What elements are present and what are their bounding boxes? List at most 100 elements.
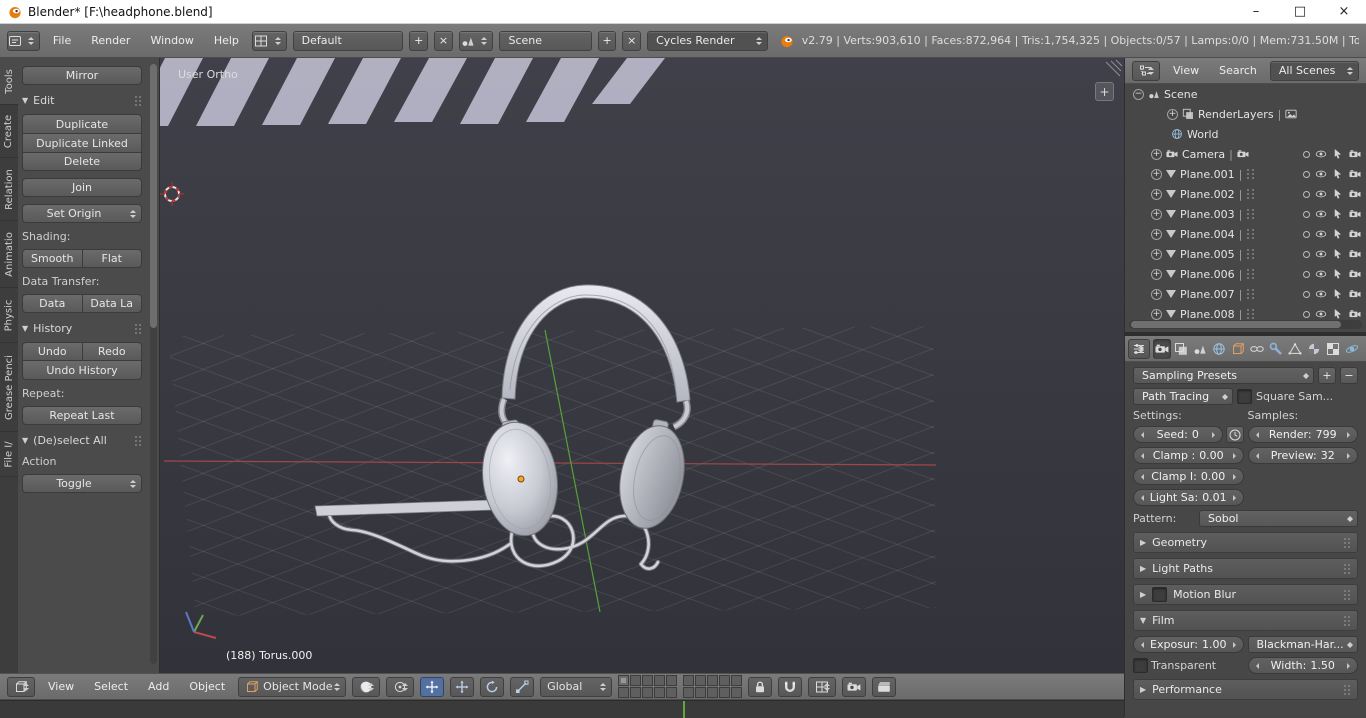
visibility-eye-icon[interactable] (1315, 208, 1327, 220)
layer-toggle[interactable] (618, 687, 630, 698)
area-corner-grip[interactable] (1105, 59, 1123, 77)
shade-flat-button[interactable]: Flat (81, 249, 142, 268)
outliner-row-scene[interactable]: − Scene (1125, 84, 1366, 104)
layer-toggle[interactable] (731, 687, 743, 698)
3d-viewport[interactable]: User Ortho (188) Torus.000 + (160, 58, 1124, 673)
collapse-expander-icon[interactable]: + (1151, 208, 1162, 220)
tab-constraints[interactable] (1248, 339, 1266, 359)
collapse-expander-icon[interactable]: + (1151, 288, 1162, 300)
collapse-expander-icon[interactable]: + (1151, 148, 1162, 160)
panel-drag-dots-icon[interactable] (1343, 537, 1351, 549)
timeline-strip[interactable] (0, 700, 1124, 718)
integrator-dropdown[interactable]: Path Tracing (1133, 388, 1233, 405)
tab-animation[interactable]: Animatio (0, 221, 18, 288)
collapse-expander-icon[interactable]: + (1151, 168, 1162, 180)
selectable-pointer-icon[interactable] (1332, 268, 1344, 280)
render-samples-field[interactable]: Render: 799 (1247, 426, 1358, 443)
collapse-expander-icon[interactable]: + (1151, 188, 1162, 200)
3d-scene-canvas[interactable] (160, 58, 1124, 673)
section-film[interactable]: ▼ Film (1133, 610, 1358, 631)
add-scene-button[interactable]: + (597, 30, 617, 51)
selectable-pointer-icon[interactable] (1332, 148, 1344, 160)
manipulator-toggle-button[interactable] (420, 676, 445, 697)
viewport-shading-dropdown[interactable] (352, 676, 381, 697)
selectable-pointer-icon[interactable] (1332, 308, 1344, 320)
clamp-direct-field[interactable]: Clamp : 0.00 (1133, 447, 1244, 464)
outliner-search-menu[interactable]: Search (1212, 62, 1264, 79)
outliner-row-plane[interactable]: + Plane.006 | (1125, 264, 1366, 284)
collapse-expander-icon[interactable]: + (1151, 248, 1162, 260)
tab-physics[interactable] (1343, 339, 1361, 359)
pivot-point-dropdown[interactable] (386, 676, 415, 697)
toggle-dropdown[interactable]: Toggle (22, 474, 142, 493)
data-layout-button[interactable]: Data La (81, 294, 142, 313)
layer-toggle[interactable] (630, 687, 642, 698)
menu-help[interactable]: Help (207, 32, 246, 49)
tab-scene[interactable] (1191, 339, 1209, 359)
panel-drag-dots-icon[interactable] (134, 435, 142, 447)
outliner-row-plane[interactable]: + Plane.007 | (1125, 284, 1366, 304)
select-dot-icon[interactable] (1303, 190, 1310, 198)
tab-render-layers[interactable] (1172, 339, 1190, 359)
duplicate-button[interactable]: Duplicate (22, 114, 142, 133)
layer-toggle[interactable] (719, 675, 731, 686)
renderable-camera-icon[interactable] (1349, 308, 1361, 320)
seed-field[interactable]: Seed: 0 (1133, 426, 1223, 443)
layer-toggle[interactable] (666, 675, 678, 686)
outliner-row-plane[interactable]: + Plane.005 | (1125, 244, 1366, 264)
snap-magnet-button[interactable] (778, 676, 803, 697)
panel-drag-dots-icon[interactable] (1343, 563, 1351, 575)
motion-blur-checkbox[interactable] (1152, 587, 1168, 602)
layer-toggle[interactable] (719, 687, 731, 698)
selectable-pointer-icon[interactable] (1332, 188, 1344, 200)
scale-manipulator-button[interactable] (510, 676, 535, 697)
minimize-button[interactable]: – (1234, 0, 1278, 23)
repeat-last-button[interactable]: Repeat Last (22, 406, 142, 425)
layer-toggle[interactable] (630, 675, 642, 686)
selectable-pointer-icon[interactable] (1332, 288, 1344, 300)
data-button[interactable]: Data (22, 294, 82, 313)
3d-cursor[interactable] (160, 182, 184, 206)
outliner-row-plane[interactable]: + Plane.004 | (1125, 224, 1366, 244)
select-dot-icon[interactable] (1303, 290, 1310, 298)
mode-dropdown[interactable]: Object Mode (238, 676, 347, 697)
set-origin-dropdown[interactable]: Set Origin (22, 204, 142, 223)
menu-render[interactable]: Render (84, 32, 137, 49)
outliner-row-camera[interactable]: + Camera | (1125, 144, 1366, 164)
outliner-row-plane[interactable]: + Plane.001 | (1125, 164, 1366, 184)
section-geometry[interactable]: ▶ Geometry (1133, 532, 1358, 553)
scene-browse-button[interactable] (458, 30, 494, 51)
render-engine-dropdown[interactable]: Cycles Render (647, 30, 768, 51)
opengl-render-anim-button[interactable] (872, 676, 897, 697)
select-dot-icon[interactable] (1303, 230, 1310, 238)
select-dot-icon[interactable] (1303, 150, 1310, 158)
remove-preset-button[interactable]: − (1340, 367, 1358, 384)
scene-name-field[interactable]: Scene (499, 30, 592, 51)
view-menu[interactable]: View (41, 678, 81, 695)
outliner-view-menu[interactable]: View (1166, 62, 1206, 79)
collapse-expander-icon[interactable]: + (1167, 108, 1178, 120)
info-editor-type-dropdown[interactable] (7, 30, 40, 51)
select-menu[interactable]: Select (87, 678, 135, 695)
selectable-pointer-icon[interactable] (1332, 208, 1344, 220)
layer-toggle[interactable] (731, 675, 743, 686)
layer-toggle[interactable] (666, 687, 678, 698)
layer-toggle[interactable] (707, 687, 719, 698)
outliner-scrollbar-track[interactable] (1129, 320, 1362, 329)
add-screen-layout-button[interactable]: + (409, 30, 429, 51)
screen-layout-name-field[interactable]: Default (292, 30, 404, 51)
tab-modifiers[interactable] (1267, 339, 1285, 359)
undo-history-button[interactable]: Undo History (22, 361, 142, 380)
pattern-dropdown[interactable]: Sobol (1199, 510, 1358, 527)
scene-lock-button[interactable] (748, 676, 773, 697)
section-light-paths[interactable]: ▶ Light Paths (1133, 558, 1358, 579)
layer-toggle[interactable] (618, 675, 630, 686)
visibility-eye-icon[interactable] (1315, 228, 1327, 240)
outliner-editor-type-dropdown[interactable] (1132, 60, 1160, 81)
mirror-button[interactable]: Mirror (22, 66, 142, 85)
panel-drag-dots-icon[interactable] (134, 95, 142, 107)
outliner-row-world[interactable]: World (1125, 124, 1366, 144)
layer-toggle[interactable] (707, 675, 719, 686)
add-menu[interactable]: Add (141, 678, 176, 695)
tab-object-data[interactable] (1286, 339, 1304, 359)
